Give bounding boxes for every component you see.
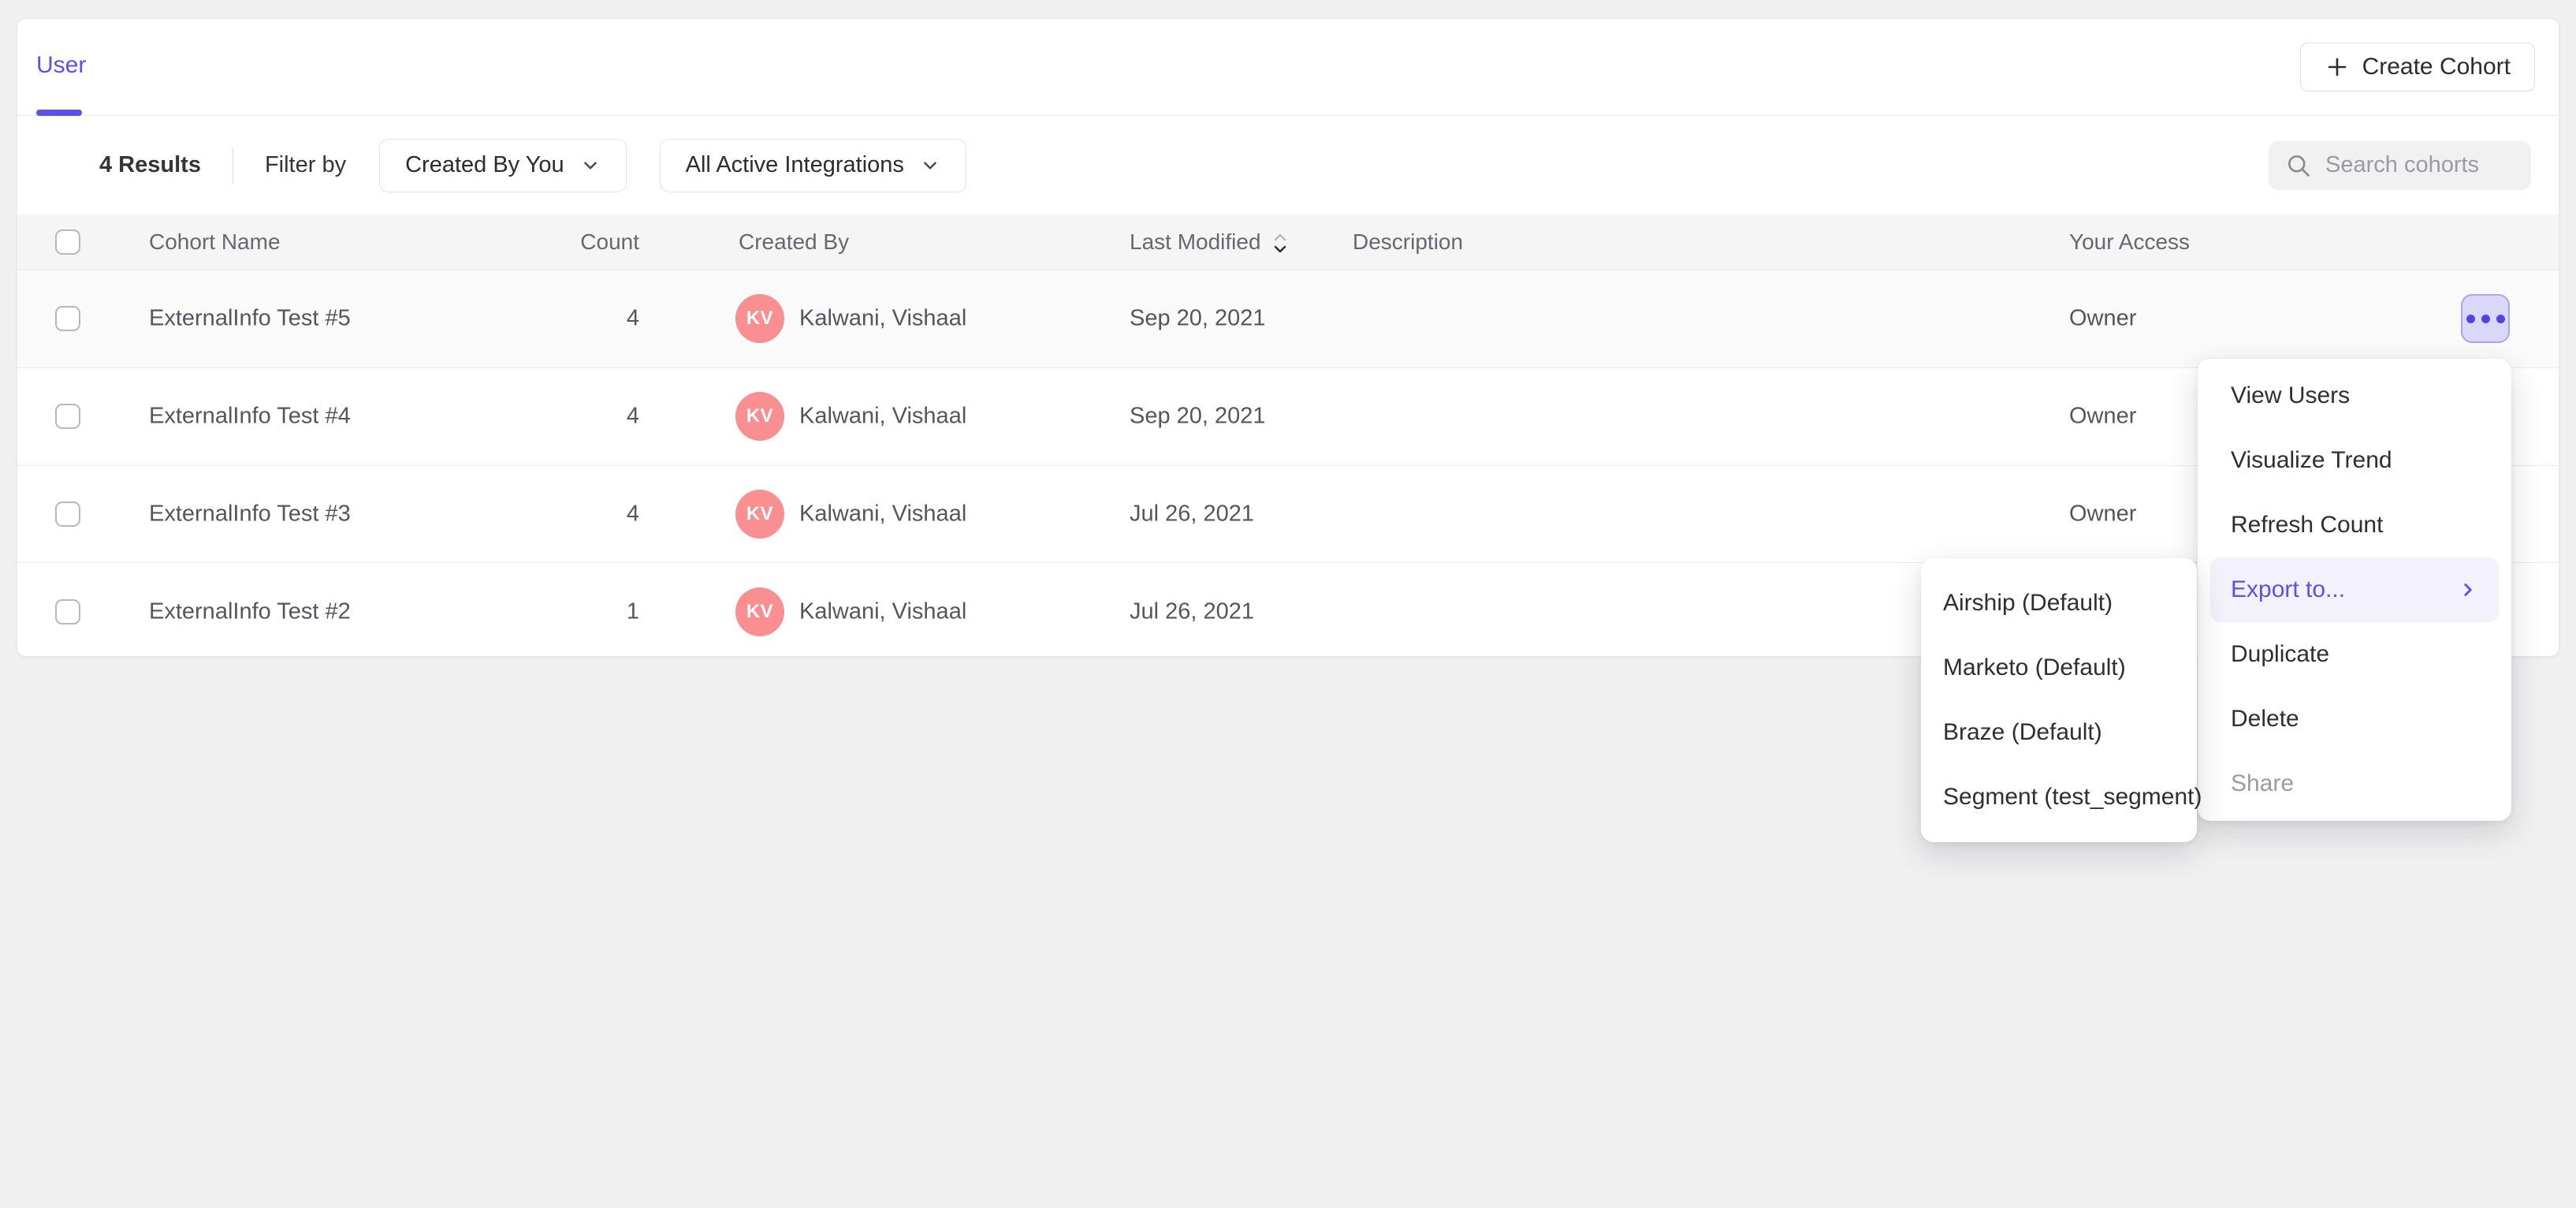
row-checkbox[interactable]	[55, 306, 80, 331]
column-header-last-modified[interactable]: Last Modified	[1130, 229, 1288, 255]
avatar: KV	[735, 490, 784, 539]
menu-item-export-to[interactable]: Export to...	[2210, 557, 2499, 622]
menu-item-refresh-count[interactable]: Refresh Count	[2198, 493, 2511, 557]
row-checkbox[interactable]	[55, 599, 80, 625]
export-submenu: Airship (Default) Marketo (Default) Braz…	[1921, 558, 2197, 842]
table-row: ExternalInfo Test #4 4 KV Kalwani, Visha…	[17, 367, 2559, 465]
create-cohort-button[interactable]: Create Cohort	[2300, 43, 2535, 91]
creator-name: Kalwani, Vishaal	[799, 598, 966, 625]
table-header: Cohort Name Count Created By Last Modifi…	[17, 214, 2559, 270]
search-icon	[2284, 151, 2313, 180]
checkbox-icon	[55, 404, 80, 429]
submenu-item-segment[interactable]: Segment (test_segment)	[1921, 765, 2197, 830]
more-options-icon	[2461, 294, 2510, 343]
checkbox-icon	[55, 229, 80, 255]
results-count: 4 Results	[99, 152, 201, 178]
row-checkbox[interactable]	[55, 501, 80, 527]
cohort-name-link[interactable]: ExternalInfo Test #5	[149, 306, 351, 332]
search-box[interactable]	[2269, 141, 2531, 190]
avatar: KV	[735, 392, 784, 441]
avatar: KV	[735, 587, 784, 636]
checkbox-icon	[55, 599, 80, 625]
last-modified-date: Jul 26, 2021	[1130, 501, 1254, 527]
cohort-name-link[interactable]: ExternalInfo Test #4	[149, 404, 351, 430]
sort-desc-icon	[1272, 233, 1288, 254]
access-level: Owner	[2069, 501, 2136, 527]
row-actions-button[interactable]	[2461, 294, 2510, 343]
menu-item-visualize-trend[interactable]: Visualize Trend	[2198, 428, 2511, 493]
row-context-menu: View Users Visualize Trend Refresh Count…	[2198, 359, 2511, 821]
export-to-label: Export to...	[2231, 576, 2345, 603]
created-by-filter-label: Created By You	[405, 152, 564, 178]
column-header-description: Description	[1353, 229, 1463, 255]
column-header-cohort-name: Cohort Name	[149, 229, 281, 255]
last-modified-date: Sep 20, 2021	[1130, 404, 1266, 430]
column-header-count: Count	[459, 229, 639, 255]
menu-item-share: Share	[2198, 751, 2511, 816]
integrations-filter-label: All Active Integrations	[686, 152, 904, 178]
plus-icon	[2325, 54, 2350, 80]
creator-name: Kalwani, Vishaal	[799, 306, 966, 332]
avatar-initials: KV	[746, 308, 773, 330]
chevron-down-icon	[920, 155, 940, 176]
last-modified-label: Last Modified	[1130, 229, 1261, 254]
checkbox-icon	[55, 501, 80, 527]
table-row: ExternalInfo Test #5 4 KV Kalwani, Visha…	[17, 270, 2559, 367]
last-modified-date: Jul 26, 2021	[1130, 598, 1254, 625]
cohort-count: 1	[459, 598, 639, 625]
create-cohort-label: Create Cohort	[2362, 54, 2511, 80]
access-level: Owner	[2069, 404, 2136, 430]
checkbox-icon	[55, 306, 80, 331]
integrations-filter-dropdown[interactable]: All Active Integrations	[660, 139, 966, 192]
creator-name: Kalwani, Vishaal	[799, 404, 966, 430]
menu-item-duplicate[interactable]: Duplicate	[2198, 622, 2511, 687]
avatar-initials: KV	[746, 503, 773, 525]
row-checkbox[interactable]	[55, 404, 80, 429]
avatar-initials: KV	[746, 601, 773, 623]
access-level: Owner	[2069, 306, 2136, 332]
column-header-created-by: Created By	[739, 229, 849, 255]
cohort-count: 4	[459, 501, 639, 527]
menu-item-view-users[interactable]: View Users	[2198, 364, 2511, 428]
cohort-count: 4	[459, 404, 639, 430]
creator-name: Kalwani, Vishaal	[799, 501, 966, 527]
select-all-checkbox[interactable]	[55, 229, 80, 255]
column-header-your-access: Your Access	[2069, 229, 2190, 255]
active-tab-underline	[36, 110, 82, 116]
menu-item-delete[interactable]: Delete	[2198, 687, 2511, 751]
avatar-initials: KV	[746, 405, 773, 427]
submenu-item-marketo[interactable]: Marketo (Default)	[1921, 636, 2197, 700]
created-by-filter-dropdown[interactable]: Created By You	[379, 139, 627, 192]
submenu-item-braze[interactable]: Braze (Default)	[1921, 700, 2197, 765]
search-input[interactable]	[2324, 151, 2516, 179]
chevron-right-icon	[2458, 580, 2478, 600]
avatar: KV	[735, 294, 784, 343]
cohort-name-link[interactable]: ExternalInfo Test #3	[149, 501, 351, 527]
submenu-item-airship[interactable]: Airship (Default)	[1921, 571, 2197, 636]
cohort-name-link[interactable]: ExternalInfo Test #2	[149, 598, 351, 625]
filter-by-label: Filter by	[265, 152, 346, 178]
chevron-down-icon	[580, 155, 601, 176]
last-modified-date: Sep 20, 2021	[1130, 306, 1266, 332]
table-row: ExternalInfo Test #3 4 KV Kalwani, Visha…	[17, 465, 2559, 563]
filter-toolbar: 4 Results Filter by Created By You All A…	[17, 116, 2559, 214]
cohort-count: 4	[459, 306, 639, 332]
tab-bar: User Create Cohort	[17, 19, 2559, 116]
tab-user[interactable]: User	[36, 52, 86, 79]
